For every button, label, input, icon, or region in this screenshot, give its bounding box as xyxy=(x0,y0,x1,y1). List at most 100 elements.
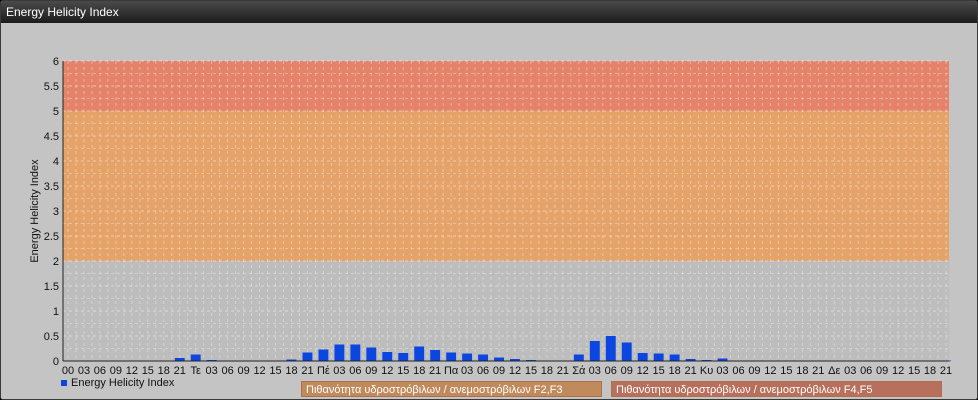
bar-19 xyxy=(366,347,377,361)
bar-36 xyxy=(637,353,648,361)
x-tick-label-14: 18 xyxy=(285,365,297,377)
x-tick-label-49: 03 xyxy=(844,365,856,377)
bar-21 xyxy=(398,353,409,361)
y-tick-label-8: 4 xyxy=(53,156,59,168)
x-tick-label-20: 12 xyxy=(381,365,393,377)
y-tick-label-1: 0.5 xyxy=(44,331,59,343)
chart-window: Energy Helicity Index 0 0.5 1 1.5 2 2.5 3 3.5 4 4… xyxy=(0,0,978,400)
y-tick-label-3: 1.5 xyxy=(44,281,59,293)
x-tick-label-1: 03 xyxy=(78,365,90,377)
bar-37 xyxy=(653,353,664,361)
y-tick-labels: 0 0.5 1 1.5 2 2.5 3 3.5 4 4.5 5 5.5 6 xyxy=(44,56,59,368)
x-tick-label-4: 12 xyxy=(126,365,138,377)
x-tick-label-53: 15 xyxy=(908,365,920,377)
x-tick-label-28: 12 xyxy=(509,365,521,377)
bar-22 xyxy=(414,346,425,361)
x-tick-label-44: 12 xyxy=(764,365,776,377)
x-tick-label-31: 21 xyxy=(557,365,569,377)
x-tick-label-11: 09 xyxy=(237,365,249,377)
x-tick-label-0: 00 xyxy=(62,365,74,377)
x-tick-label-16: Πέ xyxy=(317,365,330,377)
x-tick-label-55: 21 xyxy=(940,365,952,377)
x-tick-label-24: Πα xyxy=(444,365,459,377)
legend-swatch xyxy=(61,380,67,386)
x-tick-label-51: 09 xyxy=(876,365,888,377)
x-tick-label-45: 15 xyxy=(780,365,792,377)
x-tick-label-32: Σά xyxy=(572,365,586,377)
x-tick-label-50: 06 xyxy=(860,365,872,377)
x-tick-label-18: 06 xyxy=(349,365,361,377)
x-tick-label-41: 03 xyxy=(716,365,728,377)
window-title: Energy Helicity Index xyxy=(1,1,977,23)
x-tick-label-22: 18 xyxy=(413,365,425,377)
x-tick-label-19: 09 xyxy=(365,365,377,377)
y-tick-label-11: 5.5 xyxy=(44,81,59,93)
x-tick-label-7: 21 xyxy=(174,365,186,377)
x-tick-label-12: 12 xyxy=(253,365,265,377)
x-tick-label-10: 06 xyxy=(222,365,234,377)
y-tick-label-10: 5 xyxy=(53,106,59,118)
y-tick-label-5: 2.5 xyxy=(44,231,59,243)
bar-17 xyxy=(334,344,345,361)
x-tick-label-23: 21 xyxy=(429,365,441,377)
x-tick-label-37: 15 xyxy=(653,365,665,377)
x-tick-label-35: 09 xyxy=(621,365,633,377)
bar-33 xyxy=(589,341,600,361)
bar-25 xyxy=(462,353,473,361)
plot-area: 0 0.5 1 1.5 2 2.5 3 3.5 4 4.5 5 5.5 6 00 03 06 09 12 15 18… xyxy=(1,23,977,399)
bar-16 xyxy=(318,349,329,361)
x-tick-label-54: 18 xyxy=(924,365,936,377)
x-tick-label-34: 06 xyxy=(605,365,617,377)
probability-badge-f4-f5: Πιθανότητα υδροστρόβιλων / ανεμοστρόβιλω… xyxy=(611,381,942,397)
x-tick-label-17: 03 xyxy=(333,365,345,377)
legend: Energy Helicity Index xyxy=(61,377,174,389)
x-tick-label-25: 03 xyxy=(461,365,473,377)
probability-badge-f2-f3: Πιθανότητα υδροστρόβιλων / ανεμοστρόβιλω… xyxy=(301,381,602,397)
bar-8 xyxy=(190,354,201,361)
bar-27 xyxy=(494,357,504,361)
helicity-chart: 00.511.522.533.544.555.56 00 03 06 09 12 15 18… xyxy=(29,56,952,377)
x-tick-label-9: 03 xyxy=(206,365,218,377)
x-tick-label-47: 21 xyxy=(812,365,824,377)
y-tick-label-12: 6 xyxy=(53,56,59,68)
y-tick-label-0: 0 xyxy=(53,356,59,368)
x-tick-label-3: 09 xyxy=(110,365,122,377)
y-tick-label-7: 3.5 xyxy=(44,181,59,193)
x-tick-label-27: 09 xyxy=(493,365,505,377)
bar-35 xyxy=(621,342,632,361)
y-tick-label-4: 2 xyxy=(53,256,59,268)
y-tick-label-2: 1 xyxy=(53,306,59,318)
bar-32 xyxy=(573,354,584,361)
x-tick-label-38: 18 xyxy=(669,365,681,377)
x-tick-label-39: 21 xyxy=(684,365,696,377)
x-tick-label-13: 15 xyxy=(269,365,281,377)
y-tick-label-6: 3 xyxy=(53,206,59,218)
bar-18 xyxy=(350,344,361,361)
x-tick-labels: 00 03 06 09 12 15 18 21 Τε 03 06 09 12 15 18 21 Πέ 03 06 09… xyxy=(62,365,952,377)
x-tick-label-15: 21 xyxy=(301,365,313,377)
x-tick-label-2: 06 xyxy=(94,365,106,377)
x-tick-label-36: 12 xyxy=(637,365,649,377)
x-tick-label-33: 03 xyxy=(589,365,601,377)
legend-label: Energy Helicity Index xyxy=(71,377,175,389)
bar-38 xyxy=(669,354,680,361)
x-tick-label-29: 15 xyxy=(525,365,537,377)
x-tick-label-42: 06 xyxy=(732,365,744,377)
y-axis-label: Energy Helicity Index xyxy=(29,159,41,263)
x-tick-label-26: 06 xyxy=(477,365,489,377)
x-tick-label-46: 18 xyxy=(796,365,808,377)
x-tick-label-43: 09 xyxy=(748,365,760,377)
x-tick-label-48: Δε xyxy=(828,365,840,377)
x-tick-label-40: Κυ xyxy=(700,365,713,377)
x-tick-label-30: 18 xyxy=(541,365,553,377)
x-tick-label-21: 15 xyxy=(397,365,409,377)
bar-20 xyxy=(382,352,393,361)
y-tick-label-9: 4.5 xyxy=(44,131,59,143)
bar-15 xyxy=(302,352,313,361)
bar-23 xyxy=(430,350,441,361)
bar-26 xyxy=(478,354,489,361)
bar-24 xyxy=(446,352,457,361)
x-tick-label-52: 12 xyxy=(892,365,904,377)
x-tick-label-5: 15 xyxy=(142,365,154,377)
x-tick-label-6: 18 xyxy=(158,365,170,377)
